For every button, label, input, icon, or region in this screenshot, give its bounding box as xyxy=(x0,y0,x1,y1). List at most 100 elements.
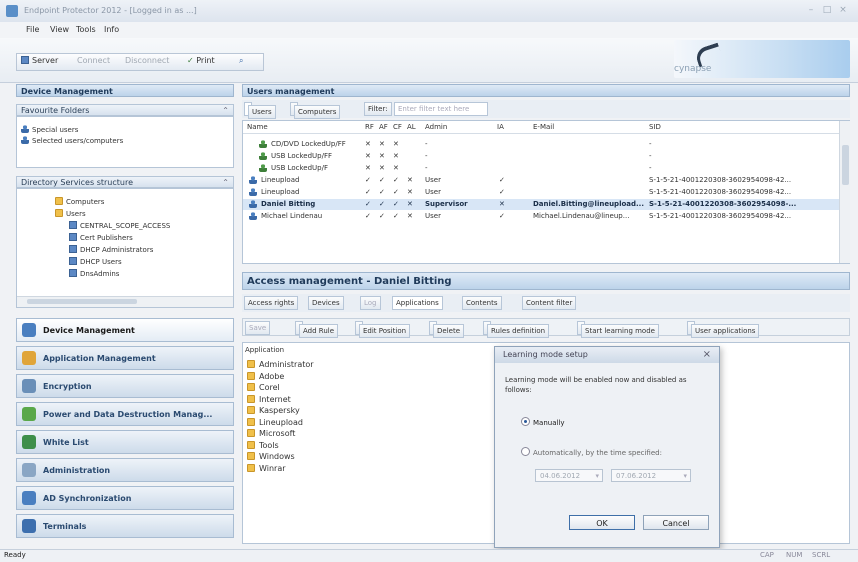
delete-button[interactable]: ✕ Delete xyxy=(429,321,464,338)
table-row[interactable]: USB LockedUp/FF ✕ ✕ ✕ - - xyxy=(243,151,839,162)
deny-icon[interactable]: ✕ xyxy=(407,212,413,220)
favorite-folders-header[interactable]: Favourite Folders ⌃ xyxy=(16,104,234,116)
ok-button[interactable]: OK xyxy=(569,515,635,530)
tree-horizontal-scrollbar[interactable] xyxy=(17,296,233,307)
tree-item-group[interactable]: DnsAdmins xyxy=(69,269,119,278)
col-al[interactable]: AL xyxy=(407,123,416,131)
tree-item-group[interactable]: DHCP Users xyxy=(69,257,122,266)
nav-ad-synchronization[interactable]: AD Synchronization xyxy=(16,486,234,510)
menu-tools[interactable]: Tools xyxy=(76,25,96,34)
col-sid[interactable]: SID xyxy=(649,123,661,131)
col-rf[interactable]: RF xyxy=(365,123,374,131)
nav-white-list[interactable]: White List xyxy=(16,430,234,454)
table-row[interactable]: CD/DVD LockedUp/FF ✕ ✕ ✕ - - xyxy=(243,139,839,150)
deny-icon[interactable]: ✕ xyxy=(407,176,413,184)
application-column-header[interactable]: Application xyxy=(245,346,284,354)
tree-item-computers[interactable]: Computers xyxy=(55,197,104,206)
nav-device-management[interactable]: Device Management xyxy=(16,318,234,342)
tab-access-rights[interactable]: Access rights xyxy=(244,296,299,310)
nav-encryption[interactable]: Encryption xyxy=(16,374,234,398)
tab-computers[interactable]: Computers xyxy=(290,102,341,119)
tree-item-group[interactable]: Cert Publishers xyxy=(69,233,133,242)
col-admin[interactable]: Admin xyxy=(425,123,447,131)
start-learning-mode-button[interactable]: ● Start learning mode xyxy=(577,321,659,338)
tab-applications[interactable]: Applications xyxy=(392,296,443,310)
tree-item-group[interactable]: CENTRAL_SCOPE_ACCESS xyxy=(69,221,170,230)
allow-icon[interactable]: ✓ xyxy=(393,200,399,208)
disconnect-button[interactable]: Disconnect xyxy=(125,56,169,67)
menu-info[interactable]: Info xyxy=(104,25,119,34)
tab-users[interactable]: Users xyxy=(244,102,276,119)
tree-item-group[interactable]: DHCP Administrators xyxy=(69,245,153,254)
radio-unselected-icon[interactable] xyxy=(521,447,530,456)
table-row[interactable]: Daniel Bitting ✓ ✓ ✓ ✕ Supervisor ✕ Daniel.Bitt… xyxy=(243,199,839,210)
table-row[interactable]: Lineupload ✓ ✓ ✓ ✕ User ✓ S-1-5-21-4001220308-3… xyxy=(243,187,839,198)
deny-icon[interactable]: ✕ xyxy=(393,140,399,148)
filter-input[interactable]: Enter filter text here xyxy=(394,102,488,116)
directory-header[interactable]: Directory Services structure ⌃ xyxy=(16,176,234,188)
automatic-option[interactable]: Automatically, by the time specified: xyxy=(521,447,662,457)
allow-icon[interactable]: ✓ xyxy=(379,176,385,184)
scrollbar-thumb[interactable] xyxy=(842,145,849,185)
menu-view[interactable]: View xyxy=(50,25,69,34)
nav-power-destruction[interactable]: Power and Data Destruction Manag... xyxy=(16,402,234,426)
calendar-icon[interactable]: ▾ xyxy=(683,470,687,483)
nav-application-management[interactable]: Application Management xyxy=(16,346,234,370)
save-button[interactable]: Save xyxy=(245,321,271,335)
search-icon[interactable]: ⌕ xyxy=(239,56,243,67)
allow-icon[interactable]: ✓ xyxy=(365,200,371,208)
minimize-button[interactable]: – xyxy=(804,5,818,16)
edit-position-button[interactable]: ✎ Edit Position xyxy=(355,321,411,338)
deny-icon[interactable]: ✕ xyxy=(393,164,399,172)
cancel-button[interactable]: Cancel xyxy=(643,515,709,530)
server-button[interactable]: Server xyxy=(21,56,58,67)
col-ia[interactable]: IA xyxy=(497,123,504,131)
allow-icon[interactable]: ✓ xyxy=(393,188,399,196)
users-vertical-scrollbar[interactable] xyxy=(839,121,850,263)
scrollbar-thumb[interactable] xyxy=(27,299,137,304)
table-row[interactable]: Lineupload ✓ ✓ ✓ ✕ User ✓ S-1-5-21-4001220308-3… xyxy=(243,175,839,186)
tab-log[interactable]: Log xyxy=(360,296,381,310)
favorite-item[interactable]: Selected users/computers xyxy=(21,136,123,145)
allow-icon[interactable]: ✓ xyxy=(365,188,371,196)
allow-icon[interactable]: ✓ xyxy=(379,188,385,196)
rules-definition-button[interactable]: ▦ Rules definition xyxy=(483,321,550,338)
menu-file[interactable]: File xyxy=(26,25,39,34)
tab-content-filter[interactable]: Content filter xyxy=(522,296,577,310)
tab-devices[interactable]: Devices xyxy=(308,296,344,310)
dialog-close-button[interactable]: × xyxy=(703,349,711,360)
deny-icon[interactable]: ✕ xyxy=(407,200,413,208)
close-button[interactable]: × xyxy=(836,5,850,16)
allow-icon[interactable]: ✓ xyxy=(393,212,399,220)
allow-icon[interactable]: ✓ xyxy=(379,200,385,208)
deny-icon[interactable]: ✕ xyxy=(365,140,371,148)
allow-icon[interactable]: ✓ xyxy=(393,176,399,184)
table-row[interactable]: USB LockedUp/F ✕ ✕ ✕ - - xyxy=(243,163,839,174)
connect-button[interactable]: Connect xyxy=(77,56,110,67)
allow-icon[interactable]: ✓ xyxy=(379,212,385,220)
print-button[interactable]: ✓ Print xyxy=(187,56,215,67)
collapse-icon[interactable]: ⌃ xyxy=(222,177,229,188)
allow-icon[interactable]: ✓ xyxy=(365,212,371,220)
deny-icon[interactable]: ✕ xyxy=(379,140,385,148)
date-from-field[interactable]: 04.06.2012 ▾ xyxy=(535,469,603,482)
table-row[interactable]: Michael Lindenau ✓ ✓ ✓ ✕ User ✓ Michael.Lindena… xyxy=(243,211,839,222)
maximize-button[interactable]: □ xyxy=(820,5,834,16)
deny-icon[interactable]: ✕ xyxy=(365,164,371,172)
favorite-item[interactable]: Special users xyxy=(21,125,78,134)
deny-icon[interactable]: ✕ xyxy=(407,188,413,196)
col-email[interactable]: E-Mail xyxy=(533,123,554,131)
deny-icon[interactable]: ✕ xyxy=(365,152,371,160)
col-name[interactable]: Name xyxy=(247,123,268,131)
collapse-icon[interactable]: ⌃ xyxy=(222,105,229,116)
manual-option[interactable]: Manually xyxy=(521,417,565,427)
nav-administration[interactable]: Administration xyxy=(16,458,234,482)
tab-contents[interactable]: Contents xyxy=(462,296,502,310)
col-af[interactable]: AF xyxy=(379,123,388,131)
col-cf[interactable]: CF xyxy=(393,123,402,131)
user-applications-button[interactable]: □ User applications xyxy=(687,321,760,338)
deny-icon[interactable]: ✕ xyxy=(393,152,399,160)
deny-icon[interactable]: ✕ xyxy=(379,152,385,160)
nav-terminals[interactable]: Terminals xyxy=(16,514,234,538)
date-to-field[interactable]: 07.06.2012 ▾ xyxy=(611,469,691,482)
